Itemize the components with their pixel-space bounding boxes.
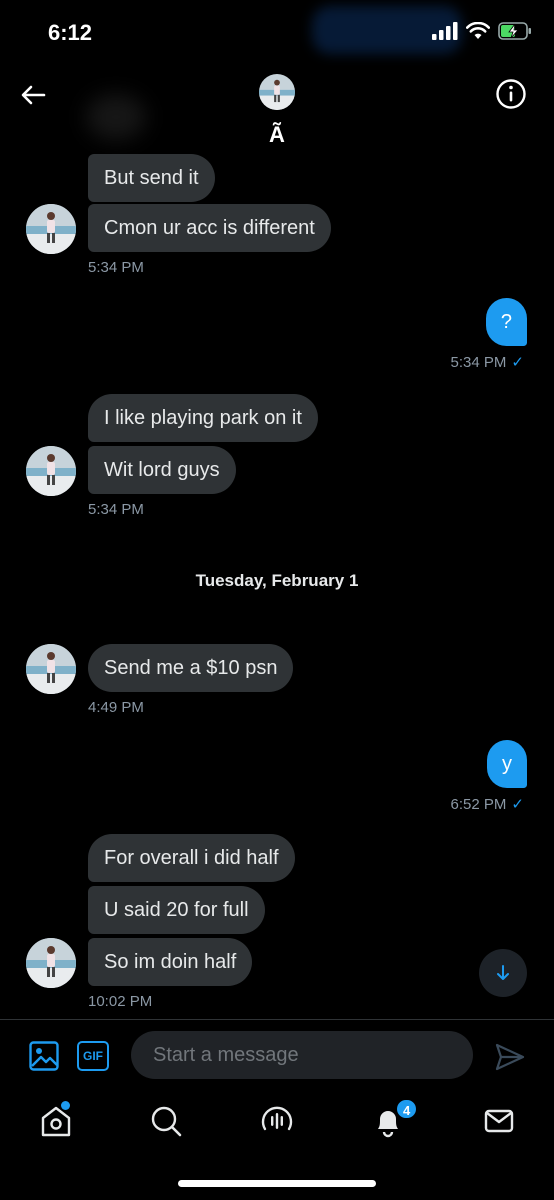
messages-envelope-icon[interactable] [481,1103,517,1139]
search-icon[interactable] [148,1103,184,1139]
message-timestamp: 10:02 PM [88,993,153,1010]
avatar-image [26,446,76,496]
cellular-signal-icon [432,22,458,40]
status-icons [432,22,532,40]
wifi-icon [466,22,490,39]
avatar-image [26,644,76,694]
sender-avatar[interactable] [26,204,76,254]
sender-avatar[interactable] [26,644,76,694]
battery-charging-icon [498,22,531,40]
message-timestamp: 4:49 PM [88,699,144,716]
spaces-icon[interactable] [259,1103,295,1139]
contact-avatar[interactable] [259,74,295,110]
sent-check-icon: ✓ [511,796,524,813]
message-composer: GIF [0,1019,554,1091]
avatar-image [26,938,76,988]
bottom-tab-bar: 4 [0,1091,554,1200]
status-time: 6:12 [48,20,93,45]
gif-button[interactable]: GIF [77,1041,109,1071]
incoming-message-bubble[interactable]: Wit lord guys [88,446,236,494]
incoming-message-bubble[interactable]: Send me a $10 psn [88,644,294,692]
scroll-to-bottom-button[interactable] [479,949,527,997]
sent-check-icon: ✓ [511,354,524,371]
back-arrow-icon[interactable] [18,80,48,110]
outgoing-message-bubble[interactable]: ? [485,298,527,346]
outgoing-message-bubble[interactable]: y [487,740,527,788]
timestamp-text: 5:34 PM [450,353,507,371]
unread-dot [61,1101,70,1110]
sender-avatar[interactable] [26,938,76,988]
incoming-message-bubble[interactable]: But send it [88,154,215,202]
home-indicator [178,1180,376,1187]
incoming-message-bubble[interactable]: U said 20 for full [88,886,265,934]
arrow-down-icon [497,965,509,980]
message-timestamp: 5:34 PM ✓ [450,353,524,372]
notifications-badge: 4 [395,1098,419,1120]
incoming-message-bubble[interactable]: Cmon ur acc is different [88,204,331,252]
avatar-image [259,74,295,110]
conversation-header: Ã [0,66,554,158]
message-timestamp: 6:52 PM ✓ [450,795,524,814]
avatar-image [26,204,76,254]
timestamp-text: 6:52 PM [450,795,507,813]
incoming-message-bubble[interactable]: So im doin half [88,938,253,986]
send-icon[interactable] [494,1041,526,1073]
message-input[interactable] [131,1031,473,1079]
incoming-message-bubble[interactable]: For overall i did half [88,834,295,882]
date-separator: Tuesday, February 1 [195,571,359,590]
incoming-message-bubble[interactable]: I like playing park on it [88,394,318,442]
message-timestamp: 5:34 PM [88,501,144,518]
status-bar: 6:12 [0,0,554,66]
image-icon[interactable] [28,1040,60,1072]
info-icon[interactable] [495,78,527,110]
message-timestamp: 5:34 PM [88,259,144,276]
contact-name: Ã [269,122,285,147]
sender-avatar[interactable] [26,446,76,496]
